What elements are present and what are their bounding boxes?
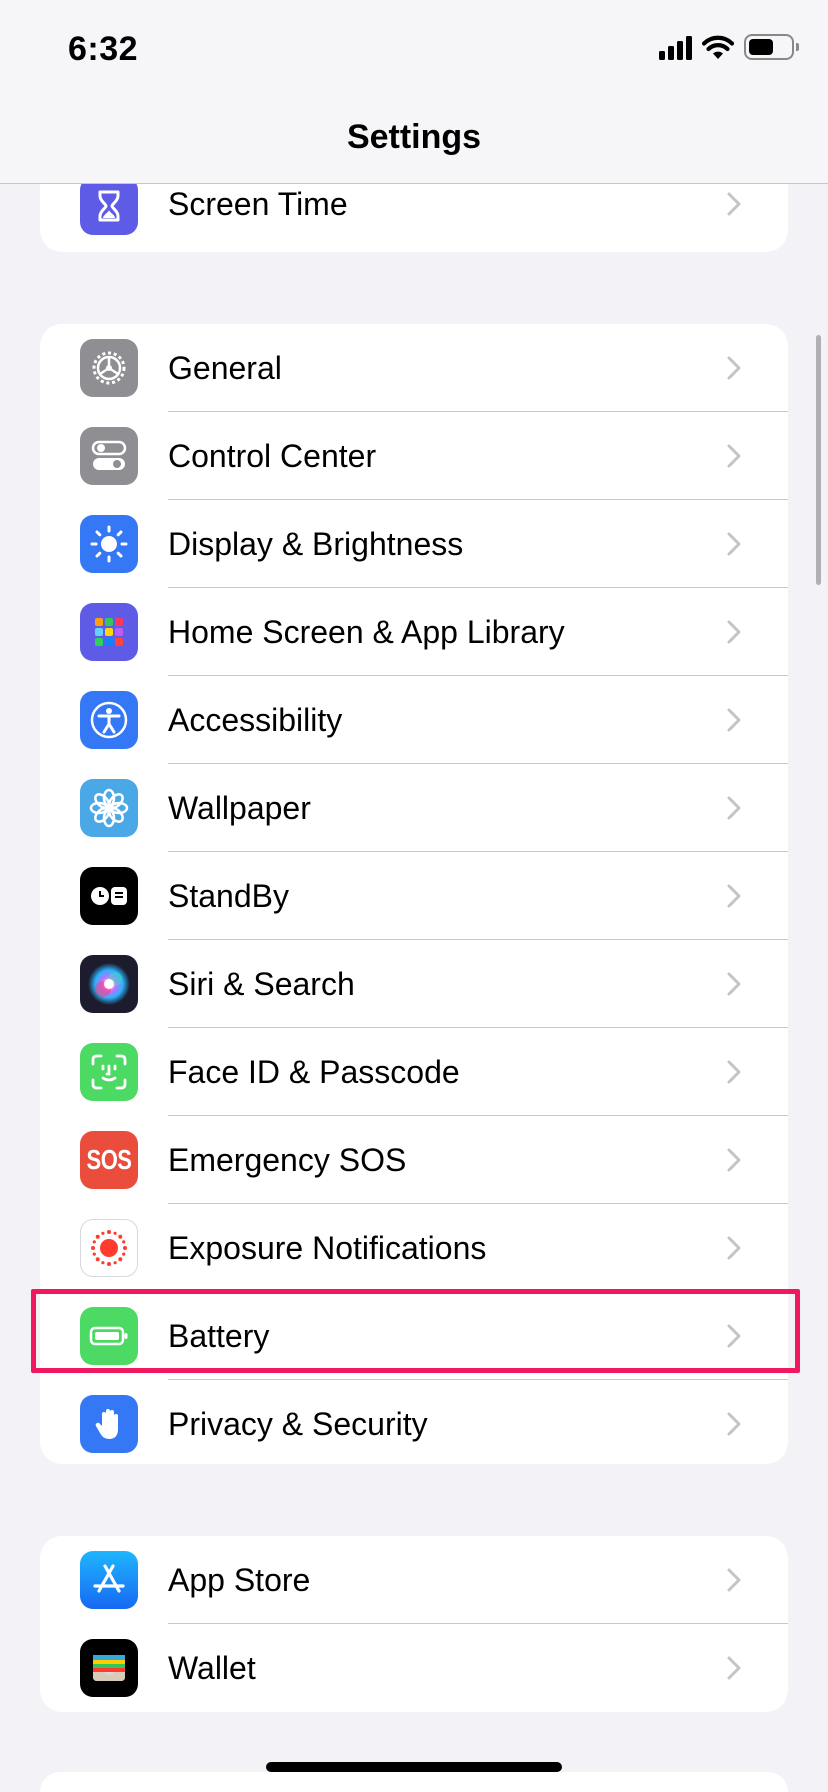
face-id-icon: [80, 1043, 138, 1101]
chevron-right-icon: [727, 1656, 741, 1680]
settings-row-exposure-notifications[interactable]: Exposure Notifications: [40, 1204, 788, 1292]
chevron-right-icon: [727, 444, 741, 468]
settings-row-privacy-security[interactable]: Privacy & Security: [40, 1380, 788, 1464]
flower-icon: [80, 779, 138, 837]
settings-row-wallet[interactable]: Wallet: [40, 1624, 788, 1712]
navigation-bar: Settings: [0, 100, 828, 184]
settings-row-label: StandBy: [168, 877, 289, 914]
chevron-right-icon: [727, 708, 741, 732]
settings-row-label: Privacy & Security: [168, 1405, 428, 1442]
settings-row-face-id[interactable]: Face ID & Passcode: [40, 1028, 788, 1116]
hand-icon: [80, 1395, 138, 1453]
hourglass-icon: [80, 177, 138, 235]
settings-row-wallpaper[interactable]: Wallpaper: [40, 764, 788, 852]
wallet-icon: [80, 1639, 138, 1697]
settings-row-app-store[interactable]: App Store: [40, 1536, 788, 1624]
app-grid-icon: [80, 603, 138, 661]
siri-icon: [80, 955, 138, 1013]
settings-row-general[interactable]: General: [40, 324, 788, 412]
chevron-right-icon: [727, 532, 741, 556]
exposure-icon: [80, 1219, 138, 1277]
settings-row-label: Control Center: [168, 437, 377, 474]
settings-row-label: Emergency SOS: [168, 1141, 407, 1178]
accessibility-icon: [80, 691, 138, 749]
settings-row-standby[interactable]: StandBy: [40, 852, 788, 940]
settings-row-label: Display & Brightness: [168, 525, 464, 562]
settings-row-label: Exposure Notifications: [168, 1229, 487, 1266]
settings-row-siri-search[interactable]: Siri & Search: [40, 940, 788, 1028]
settings-row-home-screen[interactable]: Home Screen & App Library: [40, 588, 788, 676]
settings-row-label: App Store: [168, 1561, 311, 1598]
settings-row-display-brightness[interactable]: Display & Brightness: [40, 500, 788, 588]
settings-row-emergency-sos[interactable]: SOS Emergency SOS: [40, 1116, 788, 1204]
status-time: 6:32: [68, 30, 139, 68]
settings-row-label: Accessibility: [168, 701, 343, 738]
settings-row-label: Face ID & Passcode: [168, 1053, 460, 1090]
chevron-right-icon: [727, 1236, 741, 1260]
settings-row-accessibility[interactable]: Accessibility: [40, 676, 788, 764]
settings-row-label: Wallet: [168, 1649, 256, 1686]
settings-row-label: Home Screen & App Library: [168, 613, 565, 650]
chevron-right-icon: [727, 972, 741, 996]
scroll-indicator[interactable]: [816, 335, 821, 585]
app-store-icon: [80, 1551, 138, 1609]
settings-row-label: General: [168, 349, 282, 386]
status-bar: 6:32: [0, 0, 828, 100]
chevron-right-icon: [727, 796, 741, 820]
gear-icon: [80, 339, 138, 397]
wifi-icon: [702, 35, 734, 59]
cellular-signal-icon: [659, 34, 692, 60]
next-group-peek: [40, 1772, 788, 1792]
home-indicator[interactable]: [266, 1762, 562, 1772]
chevron-right-icon: [727, 620, 741, 644]
chevron-right-icon: [727, 1412, 741, 1436]
chevron-right-icon: [727, 356, 741, 380]
standby-icon: [80, 867, 138, 925]
sos-icon-text: SOS: [86, 1143, 132, 1175]
sun-icon: [80, 515, 138, 573]
battery-highlight-box: [31, 1289, 800, 1373]
settings-row-label: Siri & Search: [168, 965, 355, 1002]
battery-status-icon: [744, 34, 799, 60]
chevron-right-icon: [727, 1568, 741, 1592]
page-title: Settings: [346, 118, 482, 156]
sos-icon: SOS: [80, 1131, 138, 1189]
toggles-icon: [80, 427, 138, 485]
chevron-right-icon: [727, 1148, 741, 1172]
status-icons: [659, 34, 799, 60]
chevron-right-icon: [727, 1060, 741, 1084]
settings-row-label: Wallpaper: [168, 789, 311, 826]
chevron-right-icon: [727, 192, 741, 216]
chevron-right-icon: [727, 884, 741, 908]
settings-row-control-center[interactable]: Control Center: [40, 412, 788, 500]
settings-group-store: App Store Wallet: [40, 1536, 788, 1712]
